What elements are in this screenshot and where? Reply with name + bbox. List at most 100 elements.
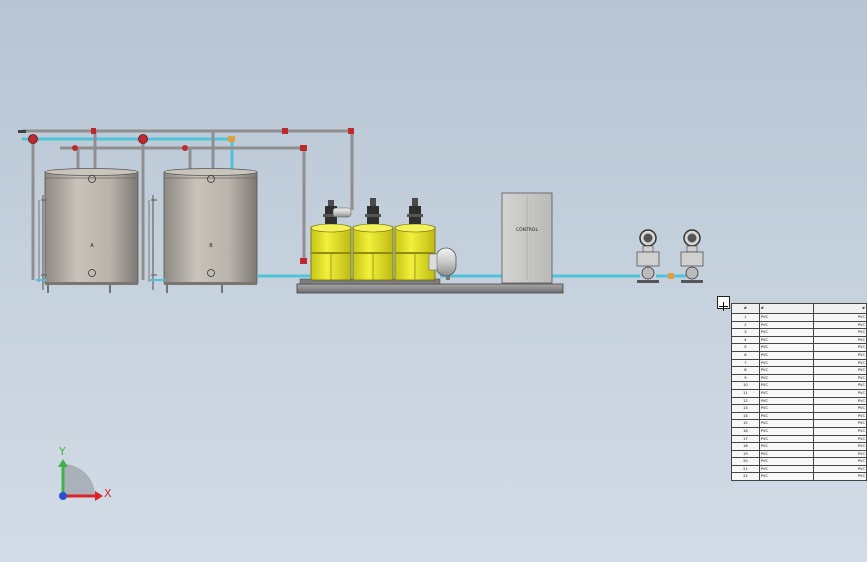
table-row: 6 PVC PVC (731, 350, 867, 360)
bom-table-body: 1 PVC PVC 2 PVC PVC 3 PVC PVC 4 PVC PVC 5 PVC PVC 6 PVC P… (731, 313, 867, 482)
table-cell: PVC (813, 388, 867, 398)
storage-tank-1[interactable]: A (44, 168, 139, 294)
table-cell: PVC (758, 419, 815, 428)
table-cell: PVC (758, 411, 815, 421)
table-cell: PVC (758, 328, 815, 337)
table-cell: PVC (758, 350, 815, 360)
table-cell: 6 (731, 350, 760, 360)
table-cell: PVC (813, 343, 867, 352)
storage-tank-2[interactable]: B (163, 168, 258, 294)
table-cell: PVC (813, 411, 867, 421)
table-cell: PVC (813, 472, 867, 482)
table-cell: 4 (731, 335, 760, 345)
table-cell: PVC (758, 404, 815, 413)
table-row: 2 PVC PVC (731, 320, 867, 330)
table-row: 14 PVC PVC (731, 411, 867, 421)
table-row: 19 PVC PVC (731, 449, 867, 459)
table-cell: 16 (731, 426, 760, 436)
table-cell: PVC (813, 328, 867, 337)
agitator-motor (332, 207, 352, 218)
table-move-handle[interactable] (717, 296, 730, 311)
control-cabinet-label: CONTROL (516, 227, 538, 233)
table-row: 21 PVC PVC (731, 464, 867, 474)
table-cell: PVC (813, 464, 867, 474)
table-cell: PVC (813, 457, 867, 466)
table-cell: 11 (731, 388, 760, 398)
table-cell: PVC (813, 381, 867, 390)
table-cell: 2 (731, 320, 760, 330)
table-cell: PVC (758, 358, 815, 368)
bom-header-row: # # # (731, 303, 867, 314)
table-cell: 3 (731, 328, 760, 337)
table-cell: 7 (731, 358, 760, 368)
bom-header-cell: # (731, 303, 760, 314)
bom-header-cell: # (813, 303, 867, 314)
table-row: 4 PVC PVC (731, 335, 867, 345)
table-cell: PVC (758, 335, 815, 345)
table-row: 11 PVC PVC (731, 388, 867, 398)
tank-1-label: A (90, 243, 94, 249)
table-cell: PVC (813, 419, 867, 428)
table-cell: PVC (813, 358, 867, 368)
table-cell: 18 (731, 442, 760, 451)
table-cell: PVC (758, 396, 815, 406)
table-cell: PVC (758, 442, 815, 451)
coordinate-triad: X Y (58, 445, 112, 501)
table-cell: 12 (731, 396, 760, 406)
table-cell: PVC (813, 373, 867, 383)
table-row: 10 PVC PVC (731, 381, 867, 390)
bom-table[interactable]: # # # 1 PVC PVC 2 PVC PVC 3 PVC PVC 4 PVC PVC 5 PVC PV… (731, 303, 867, 482)
table-cell: PVC (813, 366, 867, 375)
x-axis-label: X (104, 487, 112, 500)
table-cell: 8 (731, 366, 760, 375)
table-row: 12 PVC PVC (731, 396, 867, 406)
table-cell: PVC (813, 434, 867, 444)
table-cell: 21 (731, 464, 760, 474)
table-cell: 20 (731, 457, 760, 466)
table-cell: 17 (731, 434, 760, 444)
table-row: 18 PVC PVC (731, 442, 867, 451)
move-icon (719, 302, 728, 311)
table-cell: 1 (731, 313, 760, 322)
table-cell: 14 (731, 411, 760, 421)
table-cell: PVC (758, 464, 815, 474)
control-cabinet[interactable]: CONTROL (501, 192, 553, 284)
table-cell: PVC (758, 320, 815, 330)
table-row: 16 PVC PVC (731, 426, 867, 436)
table-cell: 9 (731, 373, 760, 383)
table-row: 3 PVC PVC (731, 328, 867, 337)
table-cell: PVC (758, 457, 815, 466)
table-row: 7 PVC PVC (731, 358, 867, 368)
table-cell: 19 (731, 449, 760, 459)
table-row: 1 PVC PVC (731, 313, 867, 322)
table-cell: PVC (758, 472, 815, 482)
table-row: 8 PVC PVC (731, 366, 867, 375)
table-row: 17 PVC PVC (731, 434, 867, 444)
table-cell: PVC (813, 396, 867, 406)
table-row: 5 PVC PVC (731, 343, 867, 352)
table-cell: PVC (813, 320, 867, 330)
table-cell: PVC (758, 343, 815, 352)
table-row: 22 PVC PVC (731, 472, 867, 482)
tank-2-label: B (209, 243, 213, 249)
table-row: 9 PVC PVC (731, 373, 867, 383)
table-cell: PVC (758, 366, 815, 375)
table-cell: PVC (758, 434, 815, 444)
table-cell: PVC (813, 404, 867, 413)
table-cell: 5 (731, 343, 760, 352)
table-cell: PVC (758, 373, 815, 383)
transfer-pump-1[interactable] (636, 229, 660, 283)
table-cell: 10 (731, 381, 760, 390)
table-cell: PVC (813, 426, 867, 436)
table-cell: PVC (758, 388, 815, 398)
dosing-tank-2[interactable] (352, 198, 394, 281)
bom-header-cell: # (758, 303, 815, 314)
table-cell: PVC (813, 313, 867, 322)
table-cell: PVC (813, 350, 867, 360)
table-row: 13 PVC PVC (731, 404, 867, 413)
table-cell: PVC (813, 335, 867, 345)
table-cell: PVC (758, 449, 815, 459)
table-cell: PVC (758, 381, 815, 390)
table-row: 15 PVC PVC (731, 419, 867, 428)
table-row: 20 PVC PVC (731, 457, 867, 466)
